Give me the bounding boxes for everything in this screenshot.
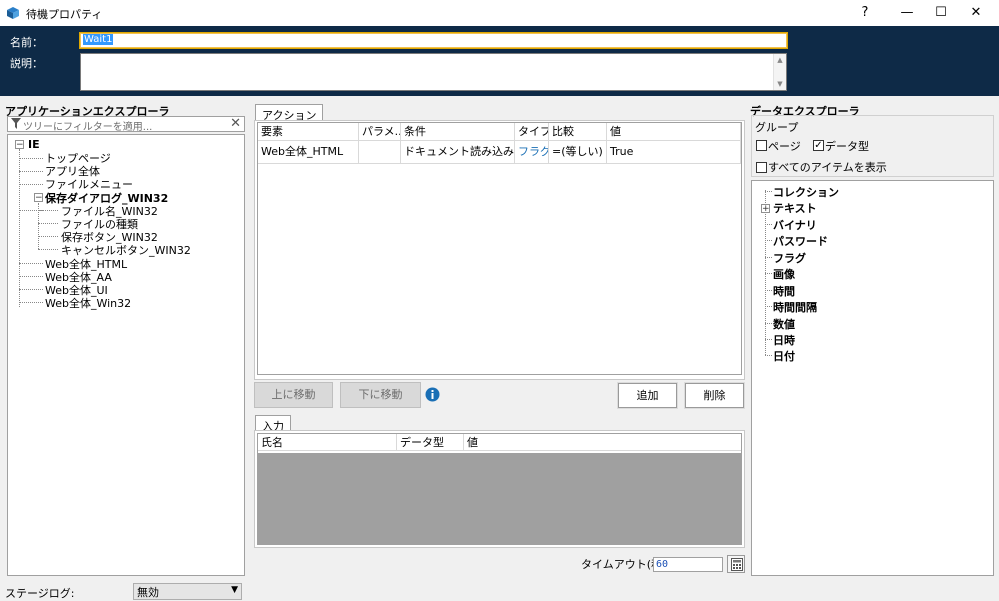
expand-text-icon[interactable]: +: [761, 204, 770, 214]
tree-item[interactable]: Web全体_Win32: [45, 295, 131, 311]
cell-condition[interactable]: ドキュメント読み込み完了: [401, 141, 515, 163]
cell-type[interactable]: フラグ: [515, 141, 549, 163]
description-scrollbar[interactable]: ▲ ▼: [773, 54, 786, 90]
move-down-button[interactable]: 下に移動: [340, 382, 421, 408]
table-row[interactable]: Web全体_HTML ドキュメント読み込み完了 フラグ =(等しい) True: [258, 140, 741, 164]
collapse-save-dialog-icon[interactable]: −: [34, 193, 43, 203]
close-button[interactable]: ✕: [953, 0, 999, 26]
clear-filter-icon[interactable]: ✕: [230, 116, 241, 131]
timeout-input[interactable]: 60: [653, 557, 723, 572]
stage-log-label: ステージログ:: [5, 587, 75, 600]
tree-filter-input[interactable]: ツリーにフィルターを適用... ✕: [7, 116, 245, 133]
data-type-item[interactable]: テキスト: [773, 200, 817, 216]
name-value: Wait1: [83, 34, 114, 45]
actions-grid: 要素 パラメ... 条件 タイプ 比較 値 Web全体_HTML ドキュメント読…: [257, 122, 742, 375]
cell-param[interactable]: [359, 141, 401, 163]
move-up-button[interactable]: 上に移動: [254, 382, 333, 408]
column-header[interactable]: 氏名: [258, 434, 397, 451]
data-type-item[interactable]: 数値: [773, 316, 795, 332]
delete-button[interactable]: 削除: [685, 383, 744, 408]
column-header[interactable]: 値: [464, 434, 741, 451]
filter-placeholder: ツリーにフィルターを適用...: [23, 122, 153, 133]
calculator-button[interactable]: [727, 555, 745, 573]
data-type-item[interactable]: 時間: [773, 283, 795, 299]
tree-root-ie[interactable]: IE: [28, 138, 40, 151]
cell-compare[interactable]: =(等しい): [549, 141, 607, 163]
filter-icon: [11, 118, 21, 132]
cell-value[interactable]: True: [607, 141, 741, 163]
column-header[interactable]: パラメ...: [359, 123, 401, 140]
data-type-item[interactable]: 日時: [773, 332, 795, 348]
cell-element[interactable]: Web全体_HTML: [258, 141, 359, 163]
add-button[interactable]: 追加: [618, 383, 677, 408]
inputs-grid-empty-area: [258, 453, 741, 544]
datatype-checkbox-label[interactable]: データ型: [825, 138, 869, 154]
window-title: 待機プロパティ: [26, 8, 103, 21]
app-tree-panel: − IE トップページ アプリ全体 ファイルメニュー − 保存ダイアログ_WIN…: [7, 134, 245, 576]
description-label: 説明：: [10, 57, 43, 70]
column-header[interactable]: データ型: [397, 434, 464, 451]
group-label: グループ: [755, 121, 799, 134]
collapse-ie-icon[interactable]: −: [15, 140, 24, 150]
help-button[interactable]: ?: [842, 0, 888, 26]
stage-log-select[interactable]: 無効 ▼: [133, 583, 242, 600]
column-header[interactable]: 値: [607, 123, 741, 140]
column-header[interactable]: タイプ: [515, 123, 549, 140]
data-type-item[interactable]: バイナリ: [773, 217, 817, 233]
data-type-item[interactable]: コレクション: [773, 184, 839, 200]
scroll-up-icon[interactable]: ▲: [776, 56, 784, 64]
calculator-icon: [731, 558, 743, 571]
chevron-down-icon: ▼: [231, 585, 238, 595]
page-checkbox-label[interactable]: ページ: [768, 138, 801, 154]
inputs-grid: 氏名 データ型 値: [257, 433, 742, 545]
show-all-checkbox-label[interactable]: すべてのアイテムを表示: [768, 159, 887, 175]
app-icon: [6, 6, 20, 20]
description-input[interactable]: ▲ ▼: [80, 53, 787, 91]
datatype-checkbox[interactable]: ✓: [813, 140, 824, 151]
column-header[interactable]: 要素: [258, 123, 359, 140]
data-type-item[interactable]: パスワード: [773, 233, 828, 249]
scroll-down-icon[interactable]: ▼: [776, 80, 784, 88]
data-type-item[interactable]: フラグ: [773, 250, 806, 266]
column-header[interactable]: 比較: [549, 123, 607, 140]
info-icon[interactable]: [425, 387, 440, 402]
data-type-item[interactable]: 時間間隔: [773, 299, 817, 315]
name-input[interactable]: Wait1: [79, 32, 788, 49]
data-type-item[interactable]: 日付: [773, 348, 795, 364]
data-type-item[interactable]: 画像: [773, 266, 795, 282]
show-all-checkbox[interactable]: [756, 162, 767, 173]
stage-log-value: 無効: [137, 586, 159, 599]
page-checkbox[interactable]: [756, 140, 767, 151]
column-header[interactable]: 条件: [401, 123, 515, 140]
name-label: 名前：: [10, 36, 43, 49]
data-tree-panel: + コレクション テキスト バイナリ パスワード フラグ 画像 時間 時間間隔 …: [751, 180, 994, 576]
